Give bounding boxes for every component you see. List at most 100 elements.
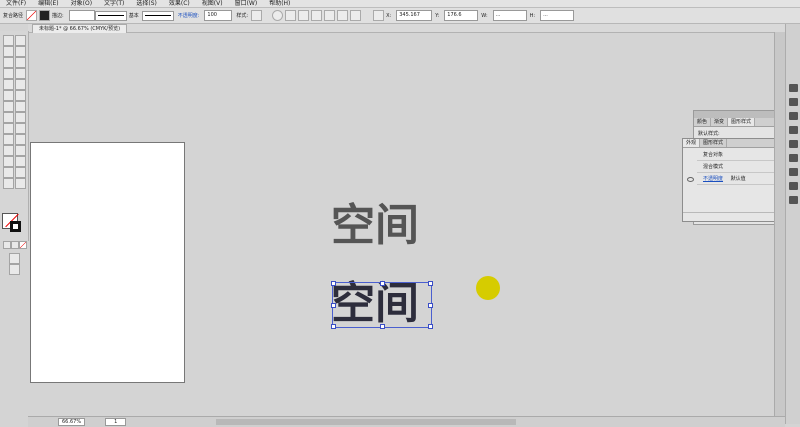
dock-swatches-icon[interactable] [789, 84, 798, 92]
slice-tool-icon[interactable] [15, 167, 26, 178]
artboard[interactable] [30, 142, 185, 383]
h-input[interactable]: ... [540, 10, 575, 21]
variable-width-profile[interactable] [94, 10, 127, 21]
vertical-scrollbar[interactable] [774, 32, 785, 416]
zoom-tool-icon[interactable] [15, 178, 26, 189]
type-tool-icon[interactable] [3, 68, 14, 79]
fill-swatch-icon[interactable] [26, 10, 38, 21]
menu-file[interactable]: 文件(F) [0, 0, 32, 7]
stroke-swatch-icon[interactable] [39, 10, 51, 21]
perspective-grid-tool-icon[interactable] [15, 123, 26, 134]
eyedropper-tool-icon[interactable] [3, 145, 14, 156]
anchor-point[interactable] [428, 324, 433, 329]
gradient-tool-icon[interactable] [15, 134, 26, 145]
graph-tool-icon[interactable] [15, 156, 26, 167]
visibility-eye-icon[interactable] [687, 177, 694, 182]
tab-gradient[interactable]: 渐变 [711, 118, 729, 126]
zoom-field[interactable]: 66.67% [58, 418, 86, 426]
selection-bounding-box[interactable] [331, 281, 433, 329]
line-tool-icon[interactable] [15, 68, 26, 79]
paintbrush-tool-icon[interactable] [15, 79, 26, 90]
screen-mode-icon[interactable] [9, 264, 20, 275]
opacity-label[interactable]: 不透明度: [178, 12, 200, 19]
menu-view[interactable]: 视图(V) [196, 0, 229, 7]
selection-tool-icon[interactable] [3, 35, 14, 46]
rectangle-tool-icon[interactable] [3, 79, 14, 90]
dock-symbols-icon[interactable] [789, 112, 798, 120]
appearance-row[interactable]: 不透明度 默认值 [697, 175, 783, 185]
w-input[interactable]: ... [492, 10, 527, 21]
free-transform-tool-icon[interactable] [15, 112, 26, 123]
none-mode-icon[interactable] [19, 241, 27, 249]
width-tool-icon[interactable] [3, 112, 14, 123]
align-middle-icon[interactable] [337, 10, 349, 21]
anchor-point[interactable] [331, 324, 336, 329]
anchor-point[interactable] [331, 303, 336, 308]
dock-brushes-icon[interactable] [789, 98, 798, 106]
shape-builder-tool-icon[interactable] [3, 123, 14, 134]
pencil-tool-icon[interactable] [3, 90, 14, 101]
tab-graphic-styles[interactable]: 图形样式 [728, 118, 756, 126]
anchor-point[interactable] [428, 281, 433, 286]
stroke-color-icon[interactable] [10, 221, 21, 232]
menu-object[interactable]: 对象(O) [65, 0, 98, 7]
dock-layers-icon[interactable] [789, 182, 798, 190]
align-top-icon[interactable] [324, 10, 336, 21]
document-tab[interactable]: 未标题-1* @ 66.67% (CMYK/预览) [32, 24, 128, 33]
scale-tool-icon[interactable] [15, 101, 26, 112]
appearance-row[interactable]: 复合对象 [697, 151, 783, 161]
stroke-weight-input[interactable] [68, 10, 95, 21]
color-mode-icon[interactable] [3, 241, 11, 249]
gradient-mode-icon[interactable] [11, 241, 19, 249]
tab-inner-graphic-styles[interactable]: 图形样式 [700, 139, 728, 147]
y-input[interactable]: 176.6 [444, 10, 479, 21]
pen-tool-icon[interactable] [3, 57, 14, 68]
artboard-tool-icon[interactable] [3, 167, 14, 178]
anchor-point[interactable] [380, 281, 385, 286]
blend-tool-icon[interactable] [15, 145, 26, 156]
tab-appearance[interactable]: 外观 [683, 139, 701, 147]
menu-type[interactable]: 文字(T) [98, 0, 130, 7]
dock-gradient-icon[interactable] [789, 140, 798, 148]
rotate-tool-icon[interactable] [3, 101, 14, 112]
magic-wand-tool-icon[interactable] [3, 46, 14, 57]
brush-definition[interactable] [141, 10, 174, 21]
appearance-row[interactable]: 混合模式 [697, 163, 783, 173]
row-label[interactable]: 不透明度 [703, 176, 723, 182]
artwork-top-text[interactable]: 空间 [331, 202, 419, 250]
align-left-icon[interactable] [285, 10, 297, 21]
eraser-tool-icon[interactable] [15, 90, 26, 101]
mesh-tool-icon[interactable] [3, 134, 14, 145]
menu-effect[interactable]: 效果(C) [163, 0, 196, 7]
dock-stroke-icon[interactable] [789, 126, 798, 134]
anchor-point[interactable] [380, 324, 385, 329]
hand-tool-icon[interactable] [3, 178, 14, 189]
x-input[interactable]: 345.167 [396, 10, 433, 21]
tab-color[interactable]: 颜色 [694, 118, 712, 126]
align-bottom-icon[interactable] [350, 10, 362, 21]
menu-select[interactable]: 选择(S) [130, 0, 163, 7]
anchor-point[interactable] [331, 281, 336, 286]
menu-edit[interactable]: 编辑(E) [32, 0, 64, 7]
panel-header[interactable] [694, 111, 786, 118]
reference-point-icon[interactable] [373, 10, 385, 21]
menu-window[interactable]: 窗口(W) [229, 0, 264, 7]
dock-appearance-icon[interactable] [789, 168, 798, 176]
draw-mode-icon[interactable] [9, 253, 20, 264]
style-picker-icon[interactable] [251, 10, 263, 21]
recolor-icon[interactable] [272, 10, 284, 21]
lasso-tool-icon[interactable] [15, 46, 26, 57]
dock-artboards-icon[interactable] [789, 196, 798, 204]
symbol-sprayer-tool-icon[interactable] [3, 156, 14, 167]
dock-transparency-icon[interactable] [789, 154, 798, 162]
curvature-tool-icon[interactable] [15, 57, 26, 68]
page-field[interactable]: 1 [105, 418, 127, 426]
direct-selection-tool-icon[interactable] [15, 35, 26, 46]
yellow-circle[interactable] [476, 276, 500, 300]
menu-help[interactable]: 帮助(H) [263, 0, 296, 7]
align-center-icon[interactable] [298, 10, 310, 21]
align-right-icon[interactable] [311, 10, 323, 21]
anchor-point[interactable] [428, 303, 433, 308]
opacity-input[interactable]: 100 [204, 10, 233, 21]
horizontal-scrollbar[interactable] [216, 419, 517, 425]
